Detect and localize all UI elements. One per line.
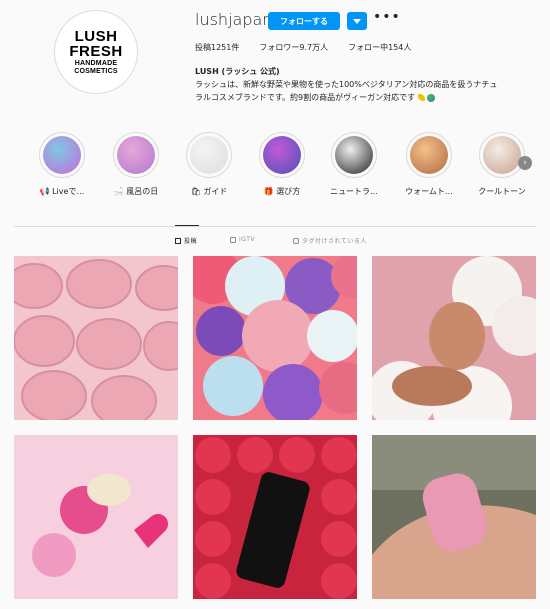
tab-igtv-label: IGTV (239, 236, 255, 243)
tab-posts[interactable]: 投稿 (175, 236, 197, 245)
story-highlight[interactable]: 🎁 選び方 (254, 132, 310, 197)
grid-icon (175, 237, 181, 244)
globe-emoji-icon (427, 93, 436, 102)
highlight-label: ウォームト… (405, 187, 453, 196)
story-highlight[interactable]: ウォームト… (401, 132, 457, 197)
highlight-cover-image (483, 136, 521, 174)
highlight-label: 📢 Liveで… (39, 187, 85, 196)
post-image-soap (14, 256, 178, 420)
highlight-cover-image (190, 136, 228, 174)
chevron-down-icon (353, 18, 361, 24)
highlight-cover-ring (113, 132, 159, 178)
leaf-emoji-icon (417, 94, 425, 101)
highlight-cover-ring (479, 132, 525, 178)
tab-posts-label: 投稿 (184, 238, 198, 245)
highlight-cover-image (43, 136, 81, 174)
story-highlight[interactable]: 🛍 ガイド (181, 132, 237, 197)
story-highlight[interactable]: 🛁 風呂の日 (108, 132, 164, 197)
follow-button[interactable]: フォローする (268, 12, 340, 30)
profile-bio: ラッシュは、新鮮な野菜や果物を使った100%ベジタリアン対応の商品を扱うナチュラ… (195, 78, 500, 104)
active-tab-indicator (175, 225, 199, 226)
post-tile[interactable] (193, 435, 357, 599)
more-options-icon[interactable]: ••• (373, 9, 401, 25)
highlight-cover-ring (259, 132, 305, 178)
story-highlight[interactable]: 📢 Liveで… (34, 132, 90, 197)
highlight-label: ニュートラ… (330, 187, 378, 196)
post-image-bubble-bath (372, 256, 536, 420)
tag-person-icon (293, 237, 299, 244)
logo-line-1: LUSH (74, 28, 118, 45)
post-image-soap-hand (372, 435, 536, 599)
profile-username: lushjapan (195, 10, 273, 29)
highlight-cover-image (335, 136, 373, 174)
following-count[interactable]: フォロー中154人 (348, 42, 411, 53)
highlights-next-icon[interactable]: › (518, 156, 532, 170)
post-tile[interactable] (193, 256, 357, 420)
post-tile[interactable] (372, 256, 536, 420)
tabs-divider (14, 226, 536, 227)
posts-count: 投稿1251件 (195, 43, 240, 52)
highlight-cover-ring (186, 132, 232, 178)
logo-line-2: FRESH (69, 43, 123, 60)
story-highlight[interactable]: ニュートラ… (326, 132, 382, 197)
followers-count[interactable]: フォロワー9.7万人 (259, 42, 328, 53)
tv-icon (230, 236, 236, 243)
highlight-cover-ring (39, 132, 85, 178)
logo-line-3: HANDMADE (74, 60, 118, 67)
post-tile[interactable] (14, 256, 178, 420)
post-tile[interactable] (14, 435, 178, 599)
profile-stats: 投稿1251件 フォロワー9.7万人 フォロー中154人 (195, 42, 411, 53)
logo-line-4: COSMETICS (74, 68, 118, 75)
suggestions-dropdown-button[interactable] (347, 12, 367, 30)
highlight-label: クールトーン (478, 187, 526, 196)
post-tile[interactable] (372, 435, 536, 599)
post-image-shower-gel (193, 435, 357, 599)
tab-tagged-label: タグ付けされている人 (302, 238, 367, 245)
post-image-bath-bombs (193, 256, 357, 420)
post-image-heart-bomb (14, 435, 178, 599)
highlight-label: 🛍 ガイド (190, 187, 228, 196)
bio-text: ラッシュは、新鮮な野菜や果物を使った100%ベジタリアン対応の商品を扱うナチュラ… (195, 80, 498, 102)
highlight-cover-image (117, 136, 155, 174)
highlight-label: 🎁 選び方 (263, 187, 301, 196)
highlight-cover-image (410, 136, 448, 174)
highlight-cover-image (263, 136, 301, 174)
tab-tagged[interactable]: タグ付けされている人 (293, 236, 367, 245)
highlight-label: 🛁 風呂の日 (113, 187, 159, 196)
tab-igtv[interactable]: IGTV (230, 236, 255, 243)
profile-avatar[interactable]: LUSH FRESH HANDMADE COSMETICS (54, 10, 138, 94)
highlight-cover-ring (331, 132, 377, 178)
profile-full-name: LUSH (ラッシュ 公式) (195, 67, 280, 76)
highlight-cover-ring (406, 132, 452, 178)
